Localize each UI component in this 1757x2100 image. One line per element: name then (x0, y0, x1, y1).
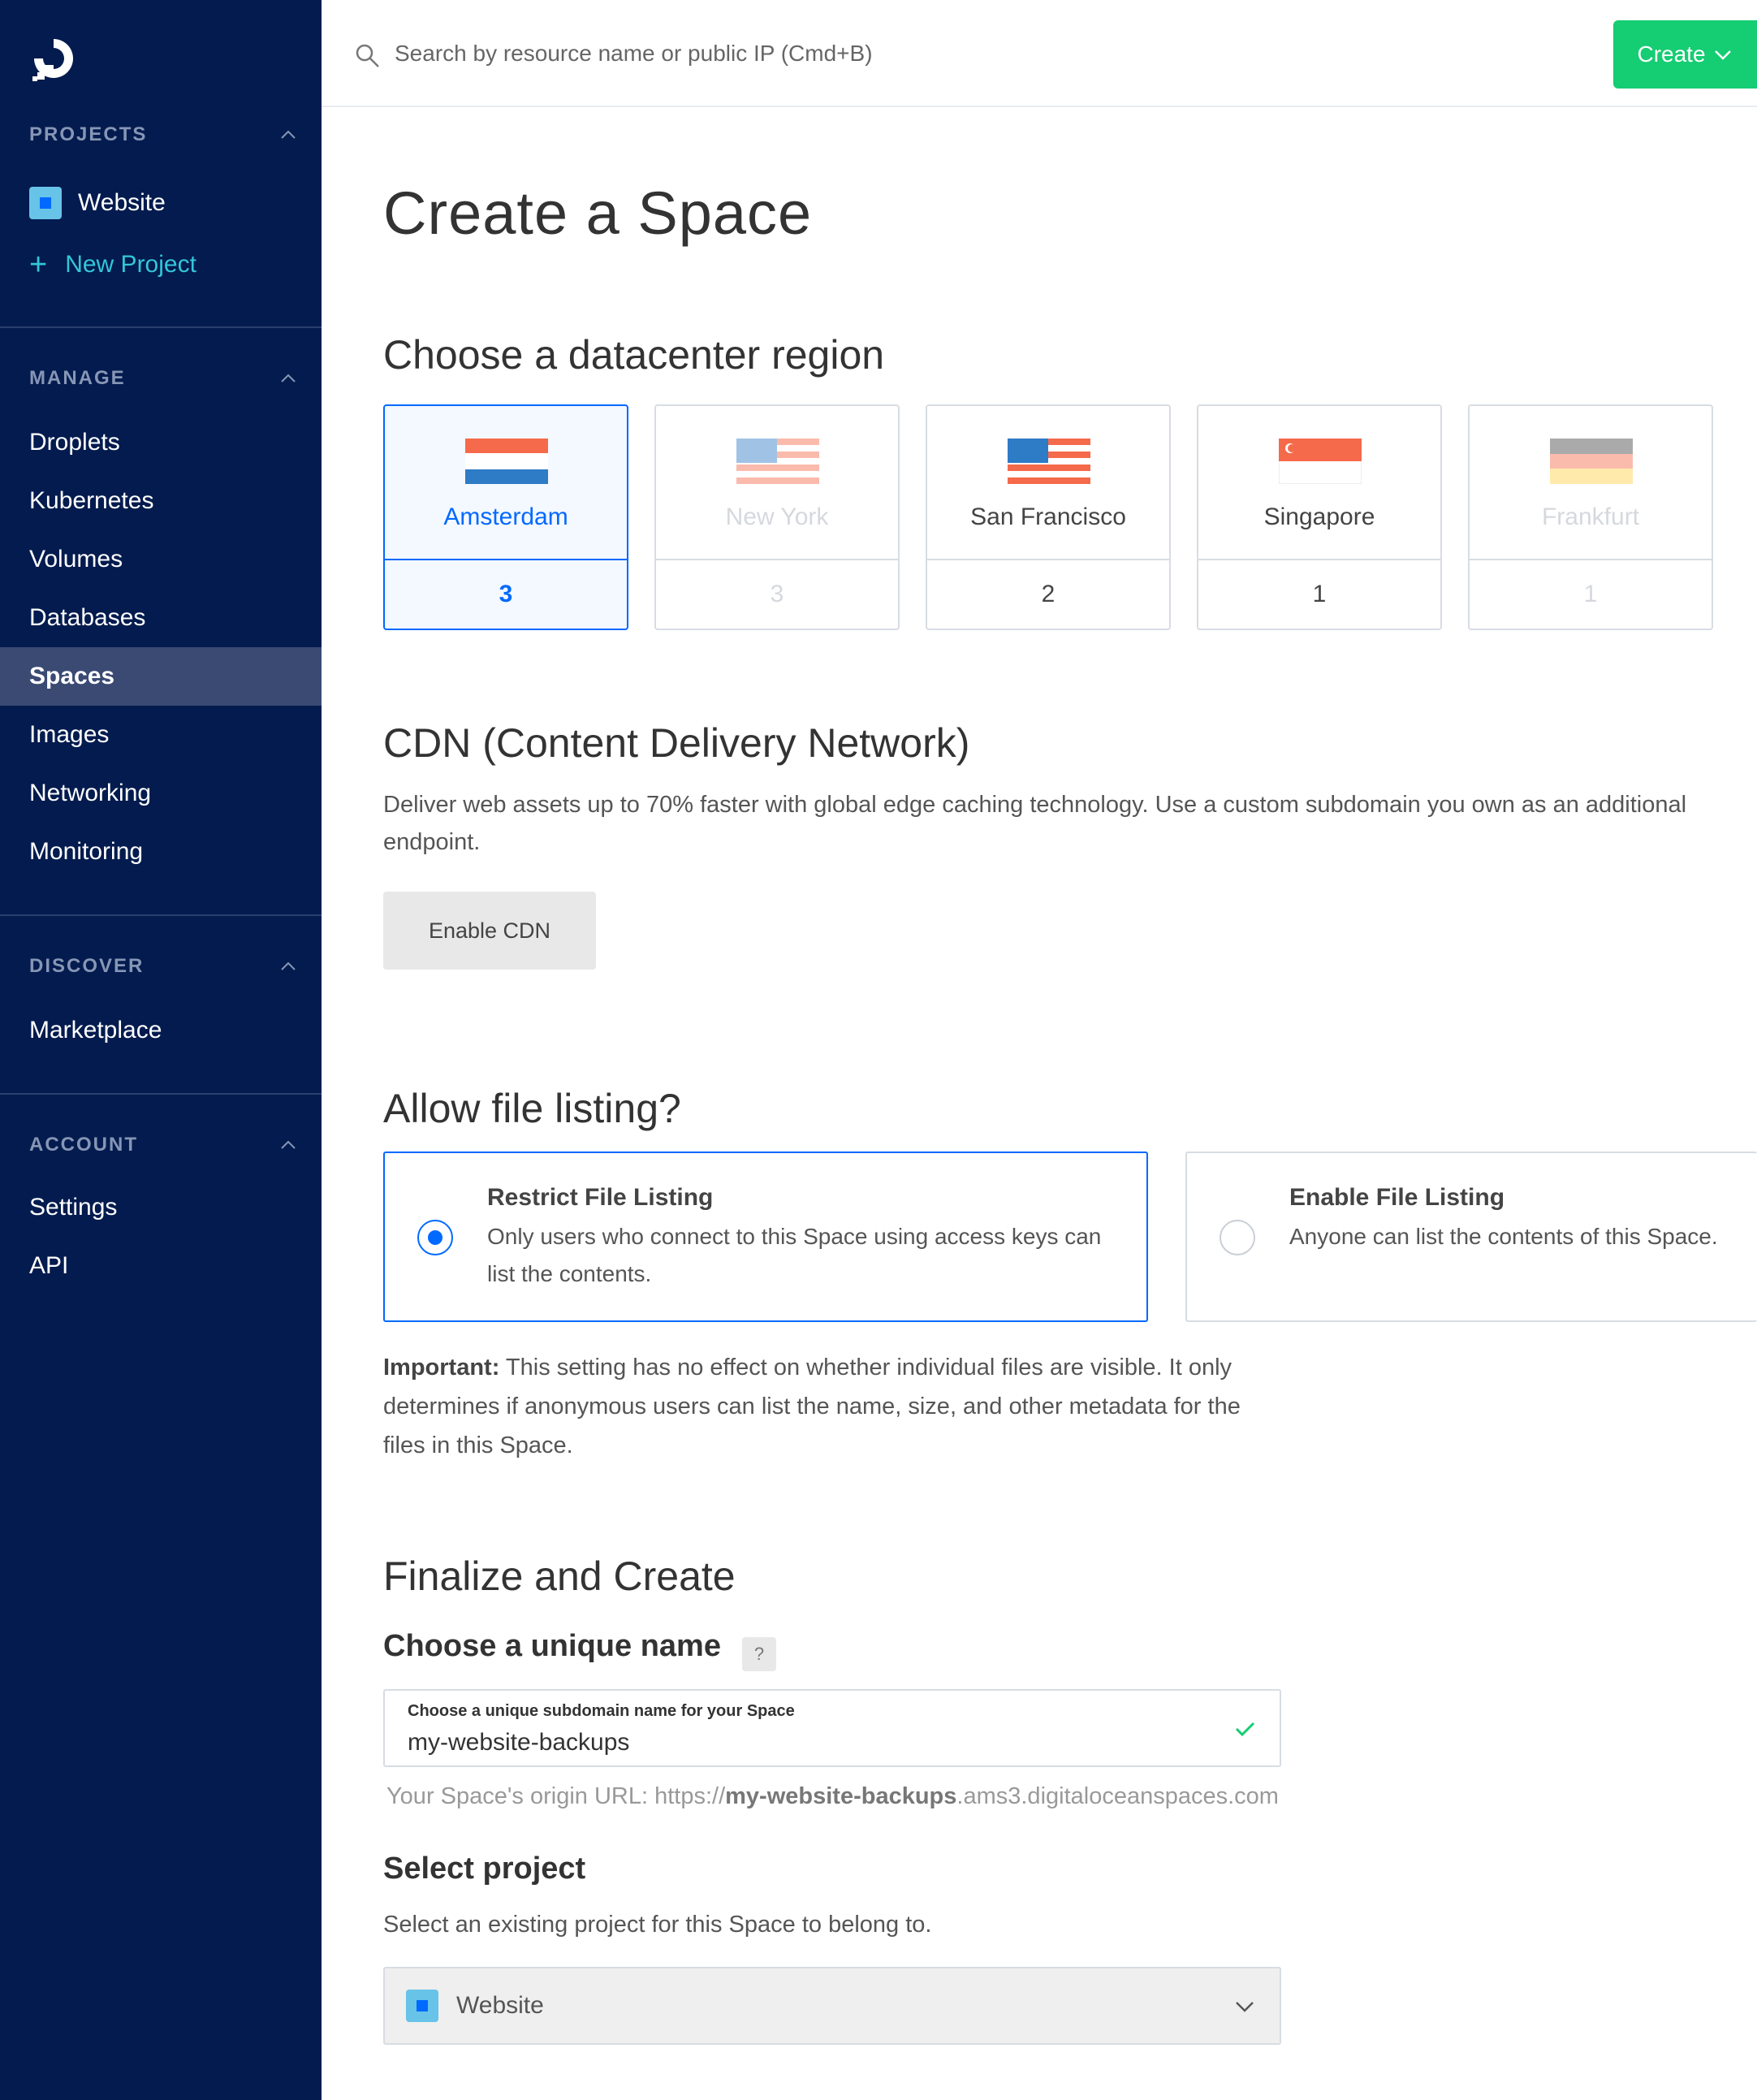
chevron-up-icon[interactable] (279, 1136, 297, 1154)
sidebar-item-monitoring[interactable]: Monitoring (29, 832, 143, 872)
region-card-singapore[interactable]: Singapore 1 (1197, 404, 1442, 630)
enable-file-listing-option[interactable]: Enable File Listing Anyone can list the … (1185, 1152, 1757, 1322)
sidebar-item-images[interactable]: Images (29, 715, 109, 755)
origin-url-prefix: Your Space's origin URL: https:// (386, 1783, 726, 1809)
chevron-up-icon[interactable] (279, 369, 297, 387)
sidebar-item-spaces[interactable]: Spaces (0, 647, 322, 706)
select-project-description: Select an existing project for this Spac… (383, 1912, 932, 1938)
space-name-input[interactable] (408, 1726, 1138, 1759)
cdn-description: Deliver web assets up to 70% faster with… (383, 792, 1687, 855)
new-project-label: New Project (65, 251, 196, 278)
sidebar-project-website[interactable]: Website (29, 183, 166, 223)
space-name-label: Choose a unique subdomain name for your … (408, 1702, 795, 1720)
projects-section-header[interactable]: PROJECTS (29, 119, 297, 151)
origin-url: Your Space's origin URL: https://my-webs… (386, 1783, 1279, 1810)
sidebar-project-label: Website (78, 189, 166, 216)
important-label: Important: (383, 1355, 500, 1381)
space-name-field[interactable]: Choose a unique subdomain name for your … (383, 1689, 1281, 1767)
region-name: San Francisco (970, 503, 1126, 530)
region-card-amsterdam[interactable]: Amsterdam 3 (383, 404, 628, 630)
manage-section-header[interactable]: MANAGE (29, 362, 297, 395)
netherlands-flag-icon (465, 439, 548, 484)
search-icon (356, 44, 379, 67)
region-name: Amsterdam (443, 503, 568, 530)
radio-button-enable[interactable] (1220, 1220, 1255, 1255)
manage-heading: MANAGE (29, 367, 126, 389)
region-card-frankfurt[interactable]: Frankfurt 1 (1468, 404, 1713, 630)
sidebar-divider (0, 326, 322, 328)
sidebar-item-droplets[interactable]: Droplets (29, 422, 120, 463)
chevron-down-icon (1714, 50, 1731, 60)
usa-flag-icon (1008, 439, 1090, 484)
sidebar-item-kubernetes[interactable]: Kubernetes (29, 481, 153, 521)
check-icon (1235, 1722, 1255, 1737)
region-datacenter-count: 3 (499, 581, 513, 607)
important-text: This setting has no effect on whether in… (383, 1355, 1241, 1458)
region-datacenter-count: 1 (1312, 581, 1327, 607)
discover-section-header[interactable]: DISCOVER (29, 950, 297, 983)
region-card-san-francisco[interactable]: San Francisco 2 (926, 404, 1171, 630)
restrict-file-listing-option[interactable]: Restrict File Listing Only users who con… (383, 1152, 1148, 1322)
discover-heading: DISCOVER (29, 955, 145, 977)
project-icon (29, 187, 62, 219)
region-heading: Choose a datacenter region (383, 332, 885, 378)
radio-button-restrict[interactable] (417, 1220, 453, 1255)
topbar: Create (322, 0, 1757, 107)
sidebar-item-settings[interactable]: Settings (29, 1187, 117, 1228)
region-card-new-york[interactable]: New York 3 (654, 404, 900, 630)
sidebar-item-databases[interactable]: Databases (29, 598, 145, 638)
origin-url-name: my-website-backups (725, 1783, 957, 1809)
finalize-heading: Finalize and Create (383, 1553, 736, 1599)
listing-option-description: Anyone can list the contents of this Spa… (1289, 1224, 1718, 1249)
region-picker: Amsterdam 3 New York 3 San Francisco 2 S… (383, 404, 1731, 630)
region-datacenter-count: 1 (1583, 581, 1598, 607)
project-select-value: Website (456, 1992, 544, 2019)
page-title: Create a Space (383, 179, 813, 247)
sidebar-item-marketplace[interactable]: Marketplace (29, 1010, 162, 1051)
chevron-down-icon (1236, 2002, 1254, 2012)
region-name: Frankfurt (1541, 503, 1640, 530)
create-button-label: Create (1637, 41, 1706, 67)
project-icon (406, 1990, 438, 2022)
file-listing-heading: Allow file listing? (383, 1086, 681, 1131)
unique-name-heading: Choose a unique name (383, 1629, 721, 1663)
sidebar-item-networking[interactable]: Networking (29, 773, 151, 814)
sidebar: PROJECTS Website + New Project MANAGE Dr… (0, 0, 322, 2100)
help-icon[interactable]: ? (742, 1637, 776, 1671)
projects-heading: PROJECTS (29, 123, 148, 145)
listing-option-title: Restrict File Listing (487, 1184, 714, 1211)
region-datacenter-count: 3 (770, 581, 784, 607)
germany-flag-icon (1550, 439, 1633, 484)
project-select[interactable]: Website (383, 1967, 1281, 2045)
new-project-link[interactable]: + New Project (29, 244, 196, 285)
search-input[interactable] (395, 32, 1125, 75)
region-name: Singapore (1263, 503, 1375, 530)
plus-icon: + (29, 248, 48, 282)
account-heading: ACCOUNT (29, 1134, 138, 1156)
account-section-header[interactable]: ACCOUNT (29, 1129, 297, 1161)
cdn-heading: CDN (Content Delivery Network) (383, 720, 970, 766)
origin-url-suffix: .ams3.digitaloceanspaces.com (956, 1783, 1279, 1809)
singapore-flag-icon (1279, 439, 1362, 484)
create-button[interactable]: Create (1613, 20, 1757, 89)
sidebar-divider (0, 1093, 322, 1095)
sidebar-item-volumes[interactable]: Volumes (29, 539, 123, 580)
digitalocean-logo-icon[interactable] (29, 34, 78, 83)
sidebar-item-api[interactable]: API (29, 1246, 68, 1286)
listing-option-description: Only users who connect to this Space usi… (487, 1224, 1102, 1286)
region-name: New York (725, 503, 829, 530)
chevron-up-icon[interactable] (279, 957, 297, 975)
listing-option-title: Enable File Listing (1289, 1184, 1505, 1211)
region-datacenter-count: 2 (1041, 581, 1055, 607)
chevron-up-icon[interactable] (279, 126, 297, 144)
enable-cdn-button[interactable]: Enable CDN (383, 892, 596, 970)
usa-flag-icon (736, 439, 819, 484)
select-project-heading: Select project (383, 1852, 586, 1886)
important-note: Important: This setting has no effect on… (383, 1348, 1284, 1465)
sidebar-divider (0, 914, 322, 916)
